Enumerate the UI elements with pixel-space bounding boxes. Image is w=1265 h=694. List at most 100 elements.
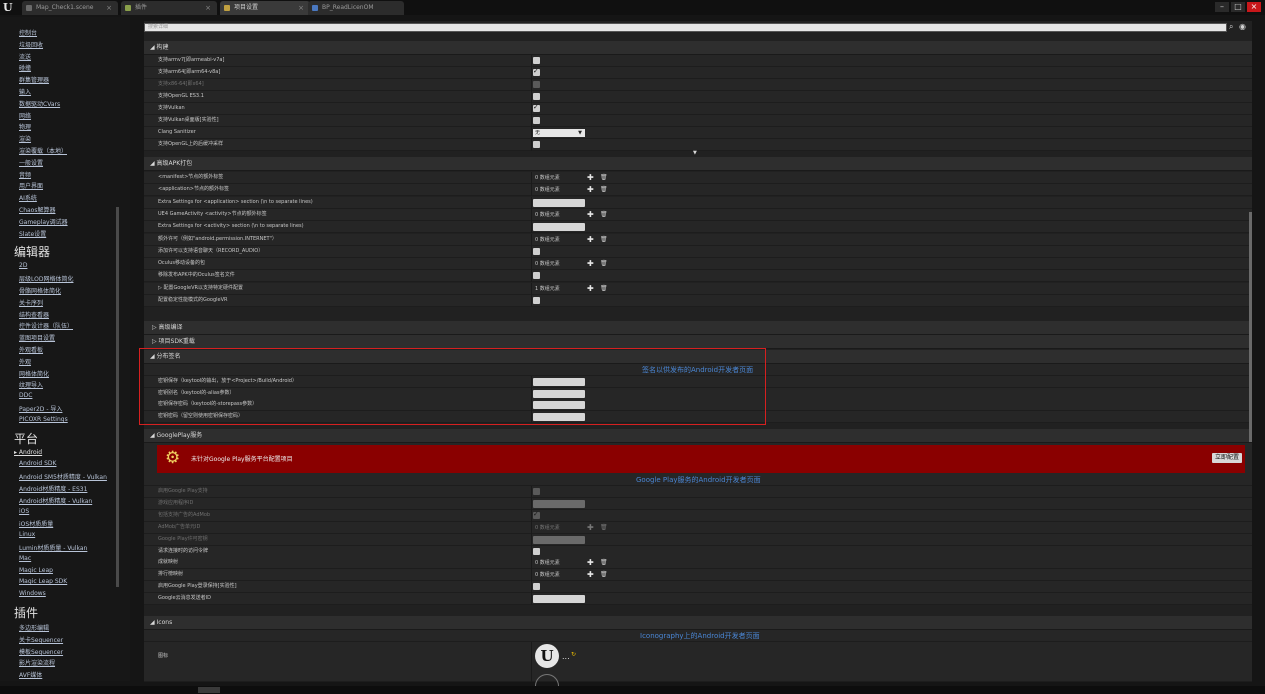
sidebar-item[interactable]: 输入 [19, 87, 31, 96]
sidebar-item[interactable]: 影片渲染流程 [19, 658, 55, 667]
sidebar-scrollbar[interactable] [116, 207, 119, 587]
delete-icon[interactable]: 🗑 [600, 236, 608, 243]
sidebar-item[interactable]: 控件设计器（队伍） [19, 321, 73, 330]
delete-icon[interactable]: 🗑 [600, 524, 608, 531]
sidebar-item[interactable]: 纹理导入 [19, 380, 43, 389]
sidebar-item[interactable]: 关卡Sequencer [19, 635, 63, 644]
sidebar-item[interactable]: 物理 [19, 122, 31, 131]
add-element-icon[interactable]: ✚ [587, 284, 594, 293]
close-window-button[interactable]: × [1247, 2, 1261, 12]
sidebar-item[interactable]: Magic Leap [19, 567, 53, 574]
browse-button[interactable]: ... [562, 652, 570, 661]
sidebar-item[interactable]: 垃圾回收 [19, 40, 43, 49]
sidebar-item[interactable]: Mac [19, 555, 31, 562]
sidebar-item[interactable]: Android材质精度 - ES31 [19, 484, 87, 493]
tab-plugins[interactable]: 插件 × [121, 1, 217, 15]
checkbox[interactable] [533, 248, 540, 255]
add-element-icon[interactable]: ✚ [587, 259, 594, 268]
sidebar-item[interactable]: 用户界面 [19, 181, 43, 190]
refresh-icon[interactable]: ↻ [571, 651, 576, 658]
checkbox[interactable] [533, 510, 540, 519]
sidebar-item[interactable]: Android SDK [19, 460, 56, 467]
add-element-icon[interactable]: ✚ [587, 235, 594, 244]
close-icon[interactable]: × [205, 1, 211, 15]
sanitizer-dropdown[interactable]: 无 ▼ [533, 129, 585, 137]
maximize-button[interactable]: □ [1231, 2, 1245, 12]
search-input[interactable]: 搜索详细 [144, 23, 1227, 32]
category-googleplay[interactable]: ◢ GooglePlay服务 [144, 429, 1252, 443]
tab-blueprint[interactable]: BP_ReadLicenOM [308, 1, 404, 15]
sidebar-item[interactable]: 2D [19, 262, 27, 269]
checkbox[interactable] [533, 67, 540, 76]
sidebar-item[interactable]: 外观看板 [19, 345, 43, 354]
sidebar-item[interactable]: 多边形编辑 [19, 623, 49, 632]
googleplay-link[interactable]: Google Play服务的Android开发者页面 [636, 475, 761, 485]
close-icon[interactable]: × [298, 1, 304, 15]
text-field[interactable] [533, 536, 585, 544]
category-icons[interactable]: ◢ Icons [144, 616, 1252, 630]
unreal-logo-icon[interactable]: U [3, 1, 15, 14]
checkbox[interactable] [533, 297, 540, 304]
sidebar-item[interactable]: Windows [19, 590, 46, 597]
sidebar-item[interactable]: 控制台 [19, 28, 37, 37]
category-apk-packaging[interactable]: ◢ 高级APK打包 [144, 157, 1252, 171]
sidebar-item[interactable]: iOS [19, 508, 29, 515]
sidebar-item[interactable]: 网格体简化 [19, 369, 49, 378]
category-advanced-build[interactable]: ▷ 高级编译 [144, 321, 1252, 335]
sidebar-item[interactable]: 蓝图项目设置 [19, 333, 55, 342]
details-scrollbar[interactable] [1249, 212, 1252, 442]
checkbox[interactable] [533, 103, 540, 112]
taskbar-item[interactable] [198, 687, 220, 693]
sidebar-item[interactable]: 关卡序列 [19, 298, 43, 307]
iconography-link[interactable]: Iconography上的Android开发者页面 [640, 631, 760, 641]
delete-icon[interactable]: 🗑 [600, 285, 608, 292]
sidebar-item[interactable]: AI系统 [19, 193, 37, 202]
add-element-icon[interactable]: ✚ [587, 570, 594, 579]
sidebar-item[interactable]: 渲染覆载（本地） [19, 146, 67, 155]
sidebar-item[interactable]: Chaos解算器 [19, 205, 55, 214]
sidebar-item[interactable]: iOS材质质量 [19, 519, 53, 528]
sidebar-item[interactable]: 碰撞 [19, 63, 31, 72]
sidebar-item-android[interactable]: ▸ Android [14, 449, 42, 456]
sidebar-item[interactable]: 层级LOD网格体简化 [19, 274, 73, 283]
sidebar-item[interactable]: Slate设置 [19, 229, 46, 238]
add-element-icon[interactable]: ✚ [587, 185, 594, 194]
delete-icon[interactable]: 🗑 [600, 174, 608, 181]
checkbox[interactable] [533, 488, 540, 495]
checkbox[interactable] [533, 583, 540, 590]
configure-now-button[interactable]: 立即配置 [1211, 453, 1242, 463]
minimize-button[interactable]: – [1215, 2, 1229, 12]
sidebar-item[interactable]: 网络 [19, 111, 31, 120]
sidebar-item[interactable]: Android SM5材质精度 - Vulkan [19, 472, 107, 481]
sidebar-item[interactable]: Linux [19, 531, 35, 538]
sidebar-item[interactable]: 骨骼网格体简化 [19, 286, 61, 295]
sidebar-item[interactable]: Paper2D - 导入 [19, 404, 62, 413]
checkbox[interactable] [533, 93, 540, 100]
sidebar-item[interactable]: 一般设置 [19, 158, 43, 167]
checkbox[interactable] [533, 141, 540, 148]
add-element-icon[interactable]: ✚ [587, 173, 594, 182]
text-field[interactable] [533, 223, 585, 231]
sidebar-item[interactable]: AVF媒体 [19, 670, 42, 679]
delete-icon[interactable]: 🗑 [600, 571, 608, 578]
sidebar-item[interactable]: 群集管理器 [19, 75, 49, 84]
search-icon[interactable]: ⌕ [1229, 22, 1233, 32]
add-element-icon[interactable]: ✚ [587, 523, 594, 532]
sidebar-item[interactable]: DDC [19, 392, 32, 399]
sidebar-item[interactable]: 音频 [19, 170, 31, 179]
category-build[interactable]: ◢ 构建 [144, 41, 1252, 55]
sidebar-item[interactable]: Android材质精度 - Vulkan [19, 496, 92, 505]
add-element-icon[interactable]: ✚ [587, 558, 594, 567]
checkbox[interactable] [533, 117, 540, 124]
checkbox[interactable] [533, 548, 540, 555]
delete-icon[interactable]: 🗑 [600, 211, 608, 218]
text-field[interactable] [533, 500, 585, 508]
unreal-app-icon[interactable]: U [535, 644, 559, 668]
sidebar-item[interactable]: 流送 [19, 52, 31, 61]
sidebar-item[interactable]: 渲染 [19, 134, 31, 143]
text-field[interactable] [533, 199, 585, 207]
sidebar-item[interactable]: 外观 [19, 357, 31, 366]
view-options-icon[interactable]: ◉ [1239, 22, 1246, 31]
delete-icon[interactable]: 🗑 [600, 559, 608, 566]
text-field[interactable] [533, 595, 585, 603]
